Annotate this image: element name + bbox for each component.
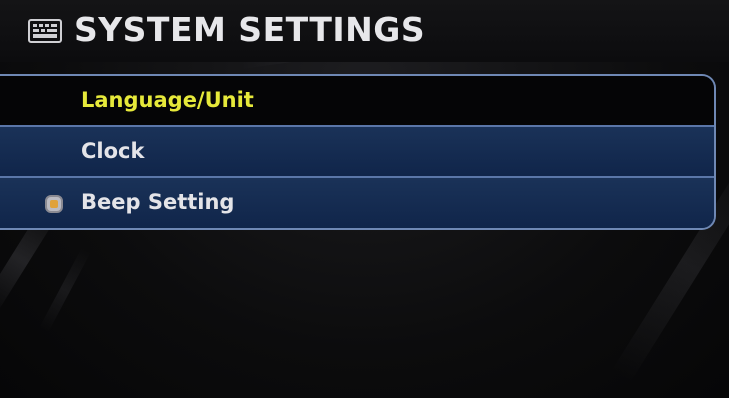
page-title: SYSTEM SETTINGS <box>74 10 426 49</box>
menu-item-clock[interactable]: Clock <box>0 127 714 178</box>
menu-item-language-unit[interactable]: Language/Unit <box>0 76 714 127</box>
header-bar: SYSTEM SETTINGS <box>0 0 729 62</box>
system-settings-screen: SYSTEM SETTINGS Language/Unit Clock Beep… <box>0 0 729 398</box>
status-indicator-icon <box>45 195 63 213</box>
menu-item-label: Language/Unit <box>81 88 254 112</box>
menu-item-beep-setting[interactable]: Beep Setting <box>0 178 714 228</box>
background-streak <box>39 247 91 333</box>
menu-item-label: Clock <box>81 139 145 163</box>
settings-menu: Language/Unit Clock Beep Setting <box>0 74 716 230</box>
keyboard-icon <box>28 19 62 43</box>
menu-item-label: Beep Setting <box>81 190 235 214</box>
